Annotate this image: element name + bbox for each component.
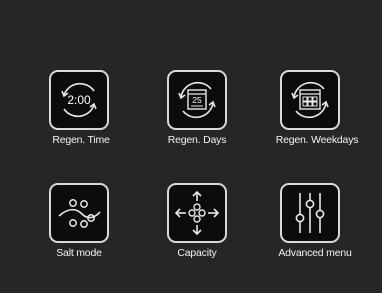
regen-days-tile[interactable]: 25 Regen. Days bbox=[137, 70, 257, 180]
advanced-menu-button[interactable] bbox=[280, 183, 340, 243]
calendar-cycle-icon: 25 bbox=[178, 81, 216, 119]
salt-mode-tile[interactable]: Salt mode bbox=[19, 183, 139, 293]
regen-time-label: Regen. Time bbox=[52, 134, 110, 146]
salt-wave-icon bbox=[58, 199, 101, 228]
regen-weekdays-tile[interactable]: Regen. Weekdays bbox=[250, 70, 370, 180]
capacity-label: Capacity bbox=[177, 247, 217, 259]
settings-menu-screen: 2:00 Regen. Time 25 Regen. Days Regen. W… bbox=[0, 0, 382, 288]
regen-days-value: 25 bbox=[192, 95, 202, 105]
capacity-tile[interactable]: Capacity bbox=[137, 183, 257, 293]
clock-cycle-icon: 2:00 bbox=[61, 82, 97, 118]
salt-mode-label: Salt mode bbox=[56, 247, 102, 259]
advanced-menu-label: Advanced menu bbox=[278, 247, 352, 259]
regen-days-button[interactable]: 25 bbox=[167, 70, 227, 130]
sliders-icon bbox=[295, 193, 325, 233]
capacity-button[interactable] bbox=[167, 183, 227, 243]
regen-weekdays-label: Regen. Weekdays bbox=[275, 134, 359, 146]
regen-time-value: 2:00 bbox=[67, 93, 91, 107]
regen-days-label: Regen. Days bbox=[167, 134, 227, 146]
capacity-arrows-icon bbox=[174, 190, 220, 236]
advanced-menu-tile[interactable]: Advanced menu bbox=[250, 183, 370, 293]
weekday-calendar-cycle-icon bbox=[291, 81, 329, 119]
regen-time-tile[interactable]: 2:00 Regen. Time bbox=[19, 70, 139, 180]
salt-mode-button[interactable] bbox=[49, 183, 109, 243]
regen-time-button[interactable]: 2:00 bbox=[49, 70, 109, 130]
regen-weekdays-button[interactable] bbox=[280, 70, 340, 130]
